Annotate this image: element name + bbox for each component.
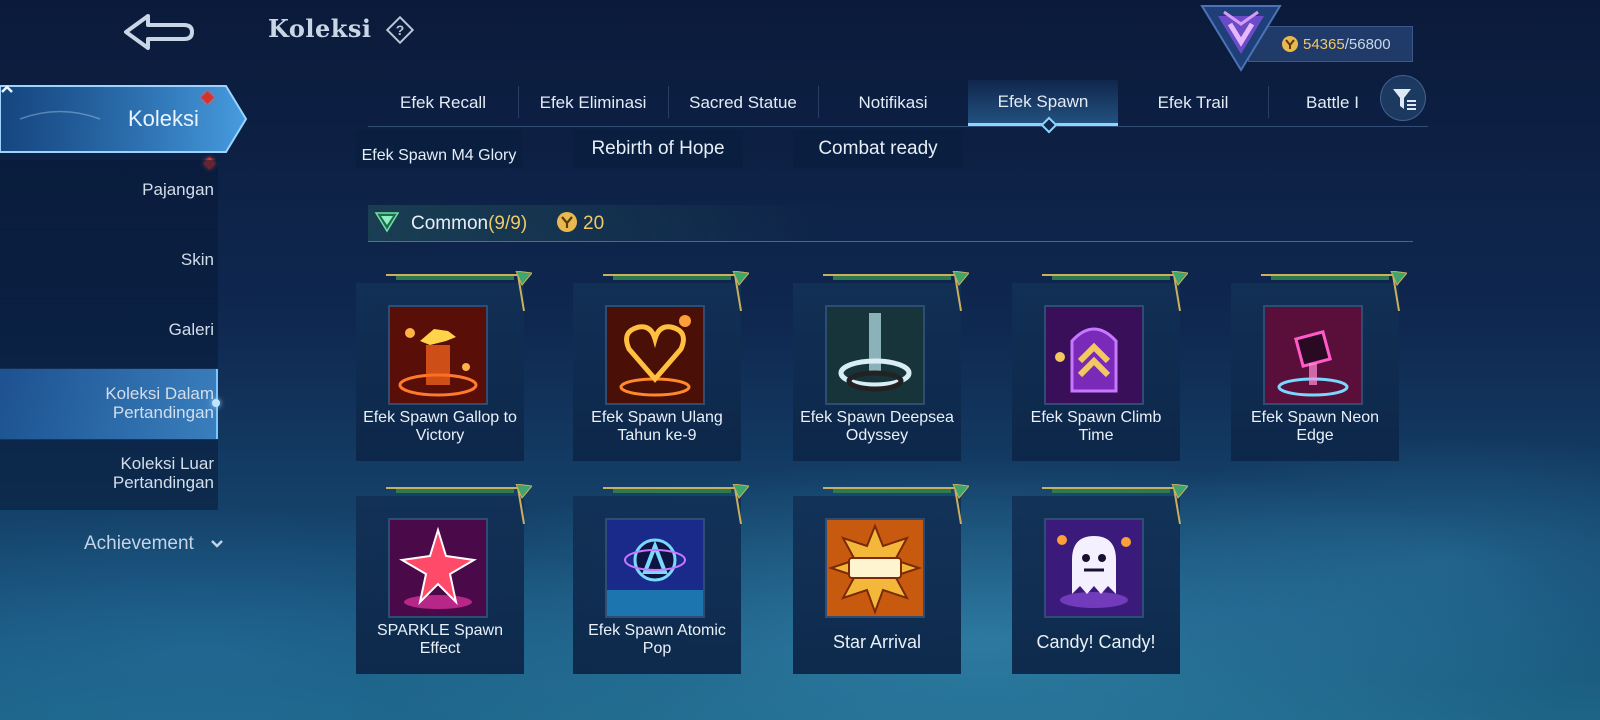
partial-item-rebirth-of-hope[interactable]: Rebirth of Hope <box>573 130 743 168</box>
sidebar-item-koleksi-dalam-pertandingan[interactable]: Koleksi Dalam Pertandingan <box>74 384 214 422</box>
water-swirl-icon <box>825 305 925 405</box>
section-rarity-label: Common(9/9) <box>411 213 528 234</box>
item-card[interactable]: Efek Spawn Climb Time <box>1012 271 1188 461</box>
goal-burst-icon <box>825 518 925 618</box>
category-tabs: Efek Recall Efek Eliminasi Sacred Statue… <box>368 80 1428 127</box>
fire-heart-icon <box>605 305 705 405</box>
filter-icon <box>1393 89 1416 110</box>
sidebar-item-skin[interactable]: Skin <box>181 250 214 269</box>
partial-item-m4-glory[interactable]: Efek Spawn M4 Glory <box>356 130 522 168</box>
rarity-common-icon <box>374 212 400 233</box>
sidebar-item-pajangan[interactable]: Pajangan <box>142 180 214 199</box>
sparkle-star-icon <box>388 518 488 618</box>
tab-efek-spawn[interactable]: Efek Spawn <box>968 80 1118 126</box>
back-button[interactable] <box>118 8 202 58</box>
item-card[interactable]: Efek Spawn Ulang Tahun ke-9 <box>573 271 749 461</box>
item-card[interactable]: SPARKLE Spawn Effect <box>356 484 532 674</box>
item-card[interactable]: Efek Spawn Atomic Pop <box>573 484 749 674</box>
rarity-section-header: Common(9/9) 20 <box>368 205 1413 242</box>
item-name: Candy! Candy! <box>1036 632 1156 652</box>
section-points: 20 <box>583 213 605 234</box>
item-card[interactable]: Candy! Candy! <box>1012 484 1188 674</box>
tab-battle[interactable]: Battle I <box>1268 80 1378 126</box>
currency-current: 54365 <box>1303 35 1345 53</box>
collector-rank-icon[interactable] <box>1198 2 1284 72</box>
page-title: Koleksi <box>268 14 372 43</box>
item-name: SPARKLE Spawn Effect <box>377 622 503 657</box>
sidebar-koleksi-label: Koleksi <box>128 106 199 131</box>
sidebar-achievement[interactable]: Achievement <box>84 533 194 555</box>
section-count: (9/9) <box>488 213 528 234</box>
golden-horse-effect-icon <box>388 305 488 405</box>
item-name: Efek Spawn Deepsea Odyssey <box>800 409 954 444</box>
ghost-candy-icon <box>1044 518 1144 618</box>
item-name: Efek Spawn Ulang Tahun ke-9 <box>591 409 723 444</box>
item-card[interactable]: Efek Spawn Deepsea Odyssey <box>793 271 969 461</box>
back-arrow-icon <box>124 14 194 50</box>
atomic-pop-icon <box>605 518 705 618</box>
sidebar-item-koleksi-luar-pertandingan[interactable]: Koleksi Luar Pertandingan <box>74 454 214 492</box>
tab-efek-recall[interactable]: Efek Recall <box>368 80 518 126</box>
partial-item-combat-ready[interactable]: Combat ready <box>793 130 963 168</box>
chevron-down-icon <box>211 540 223 548</box>
item-card[interactable]: Efek Spawn Gallop to Victory <box>356 271 532 461</box>
currency-max: /56800 <box>1344 35 1391 53</box>
item-card[interactable]: Efek Spawn Neon Edge <box>1231 271 1407 461</box>
collection-point-icon <box>557 212 577 232</box>
item-name: Efek Spawn Atomic Pop <box>588 622 726 657</box>
tab-efek-eliminasi[interactable]: Efek Eliminasi <box>518 80 668 126</box>
item-name: Star Arrival <box>832 632 922 652</box>
item-name: Efek Spawn Neon Edge <box>1250 409 1380 444</box>
filter-button[interactable] <box>1380 75 1426 121</box>
tab-notifikasi[interactable]: Notifikasi <box>818 80 968 126</box>
tab-efek-trail[interactable]: Efek Trail <box>1118 80 1268 126</box>
chevron-up-icon <box>1 85 13 93</box>
item-name: Efek Spawn Climb Time <box>1030 409 1162 444</box>
svg-text:?: ? <box>396 22 405 38</box>
sidebar-item-galeri[interactable]: Galeri <box>169 320 214 339</box>
neon-cube-icon <box>1263 305 1363 405</box>
help-icon[interactable]: ? <box>384 14 416 46</box>
item-card[interactable]: Star Arrival <box>793 484 969 674</box>
rank-chevron-icon <box>1044 305 1144 405</box>
tab-sacred-statue[interactable]: Sacred Statue <box>668 80 818 126</box>
item-name: Efek Spawn Gallop to Victory <box>363 409 517 444</box>
